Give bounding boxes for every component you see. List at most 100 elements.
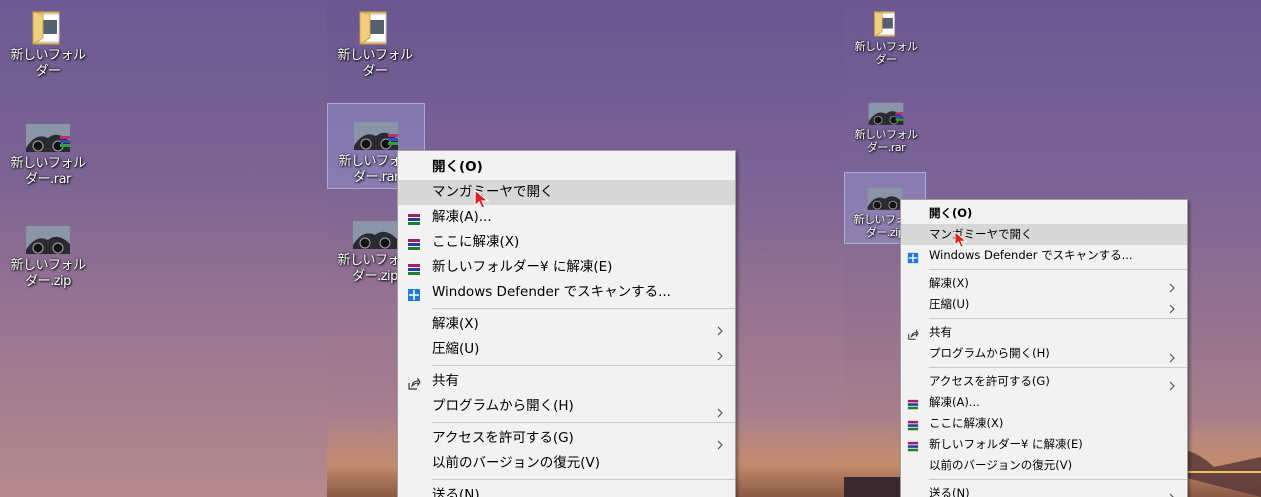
zip-archive-icon (865, 183, 905, 213)
menu-item-解凍[interactable]: 解凍(X) (901, 273, 1187, 294)
menu-item-プログラムから開く[interactable]: プログラムから開く(H) (398, 394, 735, 419)
zip-archive-icon (24, 220, 72, 258)
chevron-right-icon (715, 345, 725, 360)
chevron-right-icon (1167, 377, 1177, 390)
context-menu: 開く(O) マンガミーヤで開く Windows Defender でスキャンする..… (900, 199, 1188, 497)
chevron-right-icon (1167, 300, 1177, 313)
menu-item-以前のバージョンの復元[interactable]: 以前のバージョンの復元(V) (901, 455, 1187, 476)
desktop-icon-folder[interactable]: 新しいフォル ダー (331, 8, 419, 80)
menu-separator (929, 479, 1187, 480)
desktop-icon-label: 新しいフォル ダー (337, 48, 413, 79)
desktop-icon-folder[interactable]: 新しいフォル ダー (4, 8, 92, 80)
menu-item-label: 圧縮(U) (929, 297, 970, 311)
menu-item-label: 解凍(A)... (929, 395, 980, 409)
menu-item-圧縮[interactable]: 圧縮(U) (398, 337, 735, 362)
menu-item-開く[interactable]: 開く(O) (901, 203, 1187, 224)
menu-separator (432, 308, 735, 309)
menu-separator (929, 269, 1187, 270)
defender-icon (907, 250, 919, 263)
menu-item-label: ここに解凍(X) (929, 416, 1004, 430)
winrar-icon (407, 211, 421, 225)
menu-separator (432, 479, 735, 480)
menu-item-新しいフォルダー-に解凍[interactable]: 新しいフォルダー¥ に解凍(E) (901, 434, 1187, 455)
menu-item-共有[interactable]: 共有 (398, 369, 735, 394)
desktop-panel-1: 新しいフォル ダー 新しいフォル ダー.rar 新しいフォル ダー.zip (0, 0, 327, 497)
desktop-icon-label: 新しいフォル ダー.rar (10, 156, 86, 187)
menu-item-プログラムから開く[interactable]: プログラムから開く(H) (901, 343, 1187, 364)
menu-item-label: 以前のバージョンの復元(V) (929, 458, 1073, 472)
desktop-icon-label: 新しいフォル ダー.rar (854, 128, 919, 154)
menu-item-ここに解凍[interactable]: ここに解凍(X) (398, 230, 735, 255)
rar-archive-icon (24, 118, 72, 156)
share-icon (407, 375, 421, 390)
desktop-icon-folder[interactable]: 新しいフォル ダー (844, 8, 930, 66)
menu-separator (432, 422, 735, 423)
desktop-icon-zip[interactable]: 新しいフォル ダー.zip (4, 220, 92, 290)
menu-item-以前のバージョンの復元[interactable]: 以前のバージョンの復元(V) (398, 451, 735, 476)
menu-item-label: Windows Defender でスキャンする... (432, 284, 671, 300)
menu-item-label: 解凍(X) (432, 316, 479, 332)
menu-item-label: プログラムから開く(H) (929, 346, 1050, 360)
winrar-icon (407, 236, 421, 250)
menu-item-開く[interactable]: 開く(O) (398, 155, 735, 180)
folder-icon (31, 8, 65, 48)
context-menu: 開く(O) マンガミーヤで開く解凍(A)... ここに解凍(X) 新しいフォルダー¥ … (397, 150, 736, 497)
desktop-icon-label: 新しいフォル ダー.zip (10, 258, 86, 289)
menu-item-label: ここに解凍(X) (432, 234, 520, 250)
winrar-icon (907, 397, 919, 409)
menu-item-label: 共有 (432, 373, 459, 389)
desktop-icon-label: 新しいフォル ダー (854, 40, 919, 66)
chevron-right-icon (1167, 489, 1177, 497)
menu-item-圧縮[interactable]: 圧縮(U) (901, 294, 1187, 315)
menu-item-windows-defender-でスキャンする[interactable]: Windows Defender でスキャンする... (901, 245, 1187, 266)
menu-item-マンガミーヤで開く[interactable]: マンガミーヤで開く (398, 180, 735, 205)
menu-separator (929, 318, 1187, 319)
menu-item-label: 開く(O) (929, 206, 973, 220)
menu-item-解凍[interactable]: 解凍(A)... (398, 205, 735, 230)
menu-item-共有[interactable]: 共有 (901, 322, 1187, 343)
folder-icon (873, 8, 899, 40)
menu-item-windows-defender-でスキャンする[interactable]: Windows Defender でスキャンする... (398, 280, 735, 305)
menu-item-label: アクセスを許可する(G) (929, 374, 1050, 388)
rar-archive-icon (866, 98, 906, 128)
desktop-panel-2: 新しいフォル ダー 新しいフォル ダー.rar 新しいフォル ダー.zip 開く… (327, 0, 844, 497)
share-icon (907, 327, 919, 340)
menu-item-label: プログラムから開く(H) (432, 398, 574, 414)
menu-item-アクセスを許可する[interactable]: アクセスを許可する(G) (398, 426, 735, 451)
menu-item-新しいフォルダー-に解凍[interactable]: 新しいフォルダー¥ に解凍(E) (398, 255, 735, 280)
chevron-right-icon (1167, 279, 1177, 292)
menu-item-label: 開く(O) (432, 159, 483, 175)
desktop-icon-rar[interactable]: 新しいフォル ダー.rar (844, 98, 930, 154)
chevron-right-icon (1167, 349, 1177, 362)
menu-item-解凍[interactable]: 解凍(A)... (901, 392, 1187, 413)
menu-item-送る[interactable]: 送る(N) (398, 483, 735, 497)
menu-item-label: 共有 (929, 325, 952, 339)
menu-item-送る[interactable]: 送る(N) (901, 483, 1187, 497)
zip-archive-icon (351, 215, 399, 253)
menu-item-label: 解凍(A)... (432, 209, 492, 225)
desktop-icon-rar[interactable]: 新しいフォル ダー.rar (4, 118, 92, 188)
menu-item-label: マンガミーヤで開く (929, 227, 1033, 241)
winrar-icon (907, 439, 919, 451)
menu-item-アクセスを許可する[interactable]: アクセスを許可する(G) (901, 371, 1187, 392)
menu-item-label: Windows Defender でスキャンする... (929, 248, 1133, 262)
mouse-cursor-icon (954, 230, 968, 248)
chevron-right-icon (715, 491, 725, 497)
menu-item-label: 以前のバージョンの復元(V) (432, 455, 600, 471)
menu-separator (432, 365, 735, 366)
mouse-cursor-icon (474, 188, 490, 209)
menu-item-label: 送る(N) (929, 486, 970, 497)
menu-item-label: 新しいフォルダー¥ に解凍(E) (432, 259, 613, 275)
rar-archive-icon (352, 116, 400, 154)
chevron-right-icon (715, 320, 725, 335)
menu-item-解凍[interactable]: 解凍(X) (398, 312, 735, 337)
menu-item-マンガミーヤで開く[interactable]: マンガミーヤで開く (901, 224, 1187, 245)
menu-item-label: 圧縮(U) (432, 341, 480, 357)
chevron-right-icon (715, 402, 725, 417)
menu-item-ここに解凍[interactable]: ここに解凍(X) (901, 413, 1187, 434)
menu-item-label: 送る(N) (432, 487, 480, 497)
menu-item-label: アクセスを許可する(G) (432, 430, 574, 446)
menu-item-label: 新しいフォルダー¥ に解凍(E) (929, 437, 1083, 451)
chevron-right-icon (715, 434, 725, 449)
menu-item-label: 解凍(X) (929, 276, 969, 290)
